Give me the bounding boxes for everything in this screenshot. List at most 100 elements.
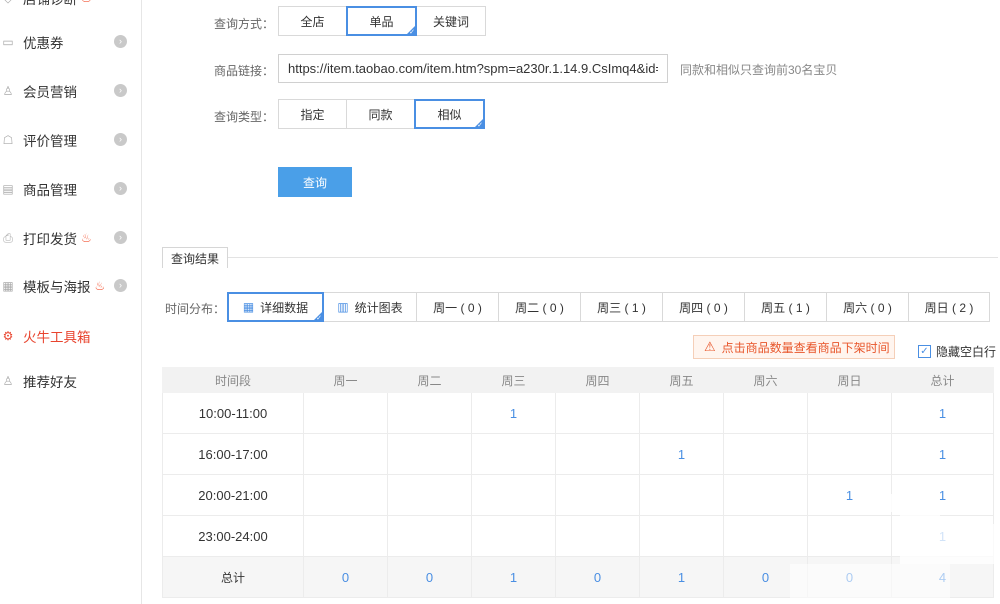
query-button[interactable]: 查询 [278, 167, 352, 197]
table-row: 10:00-11:00 1 1 [162, 392, 994, 434]
hide-empty-rows-toggle[interactable]: ✓ 隐藏空白行 [918, 343, 996, 360]
tab-label: 详细数据 [260, 300, 309, 315]
chevron-right-icon: › [114, 133, 127, 146]
row-total-cell[interactable]: 1 [891, 392, 994, 434]
column-total-cell[interactable]: 1 [639, 556, 724, 598]
column-header: 周日 [807, 367, 892, 393]
sidebar-item-recommend-friend[interactable]: ♙ 推荐好友 [0, 369, 140, 393]
count-cell[interactable] [555, 515, 640, 557]
column-header: 周六 [723, 367, 808, 393]
query-type-same[interactable]: 同款 [346, 99, 415, 129]
row-total-cell[interactable]: 1 [891, 515, 994, 557]
query-mode-keyword[interactable]: 关键词 [416, 6, 486, 36]
tab-sunday[interactable]: 周日 ( 2 ) [908, 292, 990, 322]
count-cell[interactable] [723, 392, 808, 434]
count-cell[interactable] [807, 515, 892, 557]
time-slot-cell: 23:00-24:00 [162, 515, 304, 557]
column-total-cell[interactable]: 1 [471, 556, 556, 598]
tab-thursday[interactable]: 周四 ( 0 ) [662, 292, 745, 322]
warning-icon: ⚠ [704, 339, 716, 354]
product-link-input[interactable] [278, 54, 668, 83]
bar-chart-icon: ▥ [337, 300, 349, 314]
column-total-cell[interactable]: 0 [807, 556, 892, 598]
sidebar-item-store-diagnosis[interactable]: ◇ 店铺诊断 ♨ [0, 0, 140, 10]
count-cell[interactable] [639, 515, 724, 557]
table-total-row: 总计 0 0 1 0 1 0 0 4 [162, 556, 994, 598]
tab-statistics-chart[interactable]: ▥ 统计图表 [323, 292, 417, 322]
query-mode-single-item[interactable]: 单品 [346, 6, 417, 36]
printer-icon: ⎙ [3, 230, 13, 245]
count-cell[interactable] [303, 515, 388, 557]
query-type-segmented: 指定 同款 相似 [278, 99, 485, 129]
time-slot-cell: 16:00-17:00 [162, 433, 304, 475]
time-slot-cell: 10:00-11:00 [162, 392, 304, 434]
tab-tuesday[interactable]: 周二 ( 0 ) [498, 292, 581, 322]
sidebar-item-label: 打印发货 [23, 232, 77, 247]
chevron-right-icon: › [114, 279, 127, 292]
tab-wednesday[interactable]: 周三 ( 1 ) [580, 292, 663, 322]
count-cell[interactable] [303, 392, 388, 434]
count-cell[interactable] [387, 433, 472, 475]
warning-banner[interactable]: ⚠ 点击商品数量查看商品下架时间 [693, 335, 895, 359]
count-cell[interactable] [471, 515, 556, 557]
row-total-cell[interactable]: 1 [891, 433, 994, 475]
count-cell[interactable]: 1 [807, 474, 892, 516]
query-type-similar[interactable]: 相似 [414, 99, 485, 129]
checkbox-checked-icon[interactable]: ✓ [918, 345, 931, 358]
count-cell[interactable] [639, 392, 724, 434]
product-link-hint: 同款和相似只查询前30名宝贝 [680, 63, 838, 77]
chevron-right-icon: › [114, 182, 127, 195]
count-cell[interactable] [723, 474, 808, 516]
column-total-cell[interactable]: 0 [387, 556, 472, 598]
column-total-cell[interactable]: 0 [723, 556, 808, 598]
tab-detailed-data[interactable]: ▦ 详细数据 [227, 292, 324, 322]
query-type-specified[interactable]: 指定 [278, 99, 347, 129]
product-link-label: 商品链接： [213, 64, 274, 78]
column-total-cell[interactable]: 0 [303, 556, 388, 598]
count-cell[interactable] [303, 474, 388, 516]
count-cell[interactable] [555, 433, 640, 475]
count-cell[interactable] [555, 392, 640, 434]
member-icon: ♙ [2, 84, 14, 98]
column-header: 周三 [471, 367, 556, 393]
count-cell[interactable] [387, 474, 472, 516]
count-cell[interactable] [387, 515, 472, 557]
count-cell[interactable] [639, 474, 724, 516]
count-cell[interactable] [723, 433, 808, 475]
count-cell[interactable] [471, 433, 556, 475]
tab-monday[interactable]: 周一 ( 0 ) [416, 292, 499, 322]
sidebar-item-label: 店铺诊断 [23, 0, 77, 8]
sidebar-item-toolbox[interactable]: ⚙ 火牛工具箱 [0, 324, 140, 348]
product-icon: ▤ [2, 182, 14, 196]
tab-friday[interactable]: 周五 ( 1 ) [744, 292, 827, 322]
count-cell[interactable] [471, 474, 556, 516]
flame-icon: ♨ [81, 231, 92, 245]
chevron-right-icon: › [114, 84, 127, 97]
column-total-cell[interactable]: 0 [555, 556, 640, 598]
results-table: 时间段 周一 周二 周三 周四 周五 周六 周日 总计 10:00-11:00 … [162, 367, 994, 598]
count-cell[interactable] [807, 433, 892, 475]
toolbox-icon: ⚙ [2, 329, 14, 343]
grand-total-cell[interactable]: 4 [891, 556, 994, 598]
sidebar-item-member-marketing[interactable]: ♙ 会员营销 › [0, 79, 140, 103]
row-total-cell[interactable]: 1 [891, 474, 994, 516]
count-cell[interactable]: 1 [639, 433, 724, 475]
count-cell[interactable]: 1 [471, 392, 556, 434]
time-distribution-label: 时间分布： [165, 302, 226, 316]
sidebar-item-print-ship[interactable]: ⎙ 打印发货 ♨ › [0, 226, 140, 250]
count-cell[interactable] [555, 474, 640, 516]
count-cell[interactable] [723, 515, 808, 557]
sidebar-item-product-management[interactable]: ▤ 商品管理 › [0, 177, 140, 201]
sidebar-item-coupon[interactable]: ▭ 优惠券 › [0, 30, 140, 54]
sidebar-item-review-management[interactable]: ☖ 评价管理 › [0, 128, 140, 152]
count-cell[interactable] [387, 392, 472, 434]
query-mode-whole-store[interactable]: 全店 [278, 6, 347, 36]
tab-saturday[interactable]: 周六 ( 0 ) [826, 292, 909, 322]
view-tabs: ▦ 详细数据 ▥ 统计图表 周一 ( 0 ) 周二 ( 0 ) 周三 ( 1 )… [227, 292, 990, 322]
sidebar: ◇ 店铺诊断 ♨ ▭ 优惠券 › ♙ 会员营销 › ☖ 评价管理 › ▤ 商品管… [0, 0, 142, 604]
sidebar-item-label: 会员营销 [23, 85, 77, 100]
count-cell[interactable] [807, 392, 892, 434]
sidebar-item-template-poster[interactable]: ▦ 模板与海报 ♨ › [0, 274, 140, 298]
column-header: 周五 [639, 367, 724, 393]
count-cell[interactable] [303, 433, 388, 475]
